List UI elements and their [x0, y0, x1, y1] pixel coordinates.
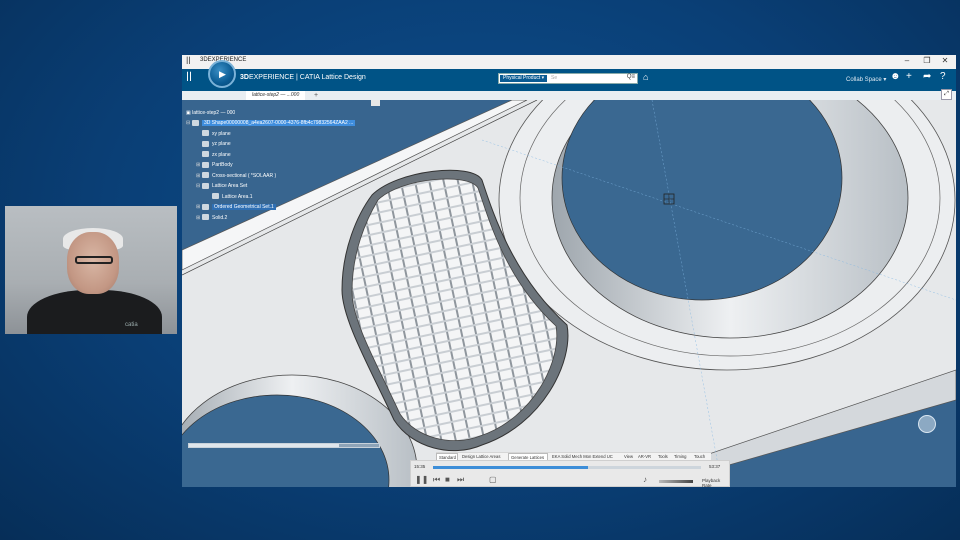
part-icon — [192, 119, 199, 126]
plane-icon — [202, 151, 209, 158]
presenter-glasses — [75, 256, 113, 264]
tree-root[interactable]: ▣ lattice-step2 — 000 — [186, 110, 235, 116]
close-button[interactable]: ✕ — [938, 56, 952, 65]
search-input[interactable]: Se — [551, 75, 557, 81]
fullscreen-video-icon[interactable]: ▢ — [489, 475, 497, 484]
help-icon[interactable]: ? — [940, 71, 946, 82]
shirt-logo: catia — [125, 322, 138, 328]
lattice-icon — [212, 193, 219, 200]
tree-item-xy-plane[interactable]: xy plane — [186, 129, 380, 140]
tree-item-solid-2[interactable]: ⊞ Solid.2 — [186, 213, 380, 224]
geometrical-set-icon — [202, 203, 209, 210]
compass-icon[interactable]: ▶ — [208, 60, 236, 88]
tree-item-partbody[interactable]: ⊞ PartBody — [186, 160, 380, 171]
ds-logo-icon: ꟾꟾ — [186, 57, 191, 66]
tree-item-cross-sectional[interactable]: ⊞ Cross-sectional ( *SOLAAR ) — [186, 171, 380, 182]
playback-rate[interactable]: Playback Rate — [702, 478, 729, 488]
section-icon — [202, 172, 209, 179]
tree-item-lattice-area-set[interactable]: ⊟ Lattice Area Set — [186, 181, 380, 192]
search-icon[interactable]: Q≡ — [627, 74, 635, 80]
tree-item-lattice-area-1[interactable]: Lattice Area.1 — [186, 192, 380, 203]
fullscreen-icon[interactable]: ⤢ — [941, 89, 952, 100]
share-icon[interactable]: ➦ — [923, 71, 931, 82]
plus-icon[interactable]: + — [906, 71, 912, 82]
tab-lattice-step2[interactable]: lattice-step2 — ...000 — [246, 91, 306, 100]
presenter-body — [27, 290, 162, 334]
user-add-icon[interactable]: ☻ — [890, 71, 901, 82]
app-brand: 3DEXPERIENCE | CATIA Lattice Design — [240, 74, 366, 81]
remaining-time: 53:37 — [709, 464, 721, 469]
plane-icon — [202, 130, 209, 137]
volume-icon[interactable]: ♪ — [643, 475, 647, 484]
tree-collapse-handle[interactable] — [371, 100, 380, 106]
body-icon — [202, 161, 209, 168]
tag-icon[interactable]: ⌂ — [643, 72, 648, 82]
tree-item-yz-plane[interactable]: yz plane — [186, 139, 380, 150]
specification-tree: ⊟ 3D Shape00000008_a4ea2607-0000-4376-8fb… — [186, 118, 380, 223]
collab-space-selector[interactable]: Collab Space ▾ — [846, 76, 886, 83]
webcam-video: catia — [5, 206, 177, 334]
rewind-icon[interactable]: ⏮ — [433, 475, 440, 485]
tree-horizontal-scrollbar[interactable] — [188, 443, 380, 448]
seek-bar[interactable] — [433, 466, 701, 469]
tree-item-3d-shape[interactable]: ⊟ 3D Shape00000008_a4ea2607-0000-4376-8fb… — [186, 118, 380, 129]
seek-progress — [433, 466, 589, 469]
dassault-logo-icon[interactable]: ꟾꟾ — [186, 73, 192, 84]
play-icon: ▶ — [219, 69, 226, 79]
lattice-set-icon — [202, 182, 209, 189]
robot-compass-icon[interactable] — [918, 415, 936, 433]
search-scope-dropdown[interactable]: Physical Product ▾ — [500, 75, 548, 82]
elapsed-time: 15:35 — [414, 464, 426, 469]
video-player-controls: 15:35 53:37 ❚❚ ⏮ ■ ⏭ ▢ ♪ Playback Rate — [410, 460, 730, 488]
maximize-button[interactable]: ❐ — [920, 56, 934, 65]
tree-item-zx-plane[interactable]: zx plane — [186, 150, 380, 161]
search-bar[interactable]: Physical Product ▾ Se Q≡ — [498, 73, 638, 84]
solid-icon — [202, 214, 209, 221]
title-bar: ꟾꟾ 3DEXPERIENCE – ❐ ✕ — [182, 55, 956, 70]
forward-icon[interactable]: ⏭ — [457, 475, 464, 485]
new-tab-button[interactable]: + — [314, 91, 318, 100]
pause-icon[interactable]: ❚❚ — [415, 475, 428, 484]
minimize-button[interactable]: – — [900, 56, 914, 65]
tree-item-ordered-geometrical-set[interactable]: ⊞ Ordered Geometrical Set.1 — [186, 202, 380, 213]
volume-slider[interactable] — [659, 480, 693, 483]
plane-icon — [202, 140, 209, 147]
scrollbar-thumb[interactable] — [189, 444, 339, 447]
stop-icon[interactable]: ■ — [445, 475, 450, 484]
